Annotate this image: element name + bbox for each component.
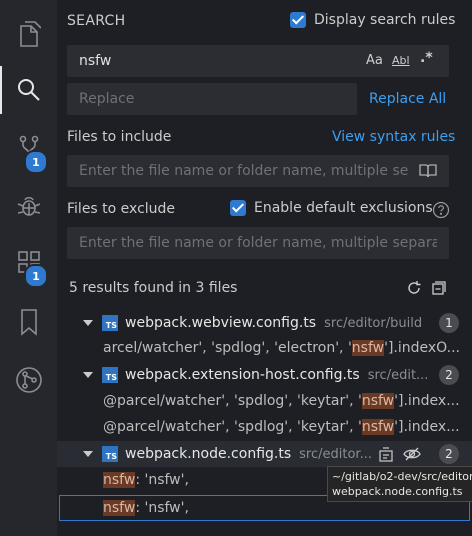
- extensions-button[interactable]: 1: [0, 238, 57, 288]
- search-panel: SEARCH Display search rules nsfw Aa Abl …: [57, 0, 472, 536]
- match-prefix: arcel/watcher', 'spdlog', 'electron', ': [103, 340, 352, 356]
- result-file-name: webpack.extension-host.config.ts: [125, 367, 360, 383]
- book-icon[interactable]: [419, 163, 437, 179]
- result-match-row[interactable]: @parcel/watcher', 'spdlog', 'keytar', ' n…: [103, 388, 472, 414]
- view-syntax-rules-link[interactable]: View syntax rules: [332, 129, 455, 145]
- result-file-label: webpack.extension-host.config.ts src/edit…: [125, 367, 428, 383]
- match-suffix: : 'nsfw',: [135, 472, 189, 488]
- remote-icon: [15, 367, 42, 393]
- match-prefix: @parcel/watcher', 'spdlog', 'keytar', ': [103, 393, 362, 409]
- explorer-icon: [19, 21, 41, 47]
- match-highlight: nsfw: [361, 419, 395, 435]
- files-to-include-label: Files to include: [67, 129, 172, 145]
- typescript-file-icon: TS: [102, 367, 118, 383]
- match-highlight: nsfw: [103, 500, 136, 516]
- result-match-row[interactable]: @parcel/watcher', 'spdlog', 'keytar', ' n…: [103, 414, 472, 440]
- results-summary: 5 results found in 3 files: [69, 280, 238, 296]
- match-prefix: @parcel/watcher', 'spdlog', 'keytar', ': [103, 419, 362, 435]
- result-file-label: webpack.webview.config.ts src/editor/buil…: [125, 315, 422, 331]
- result-count-badge: 2: [439, 365, 459, 385]
- display-search-rules-checkbox[interactable]: [290, 12, 306, 28]
- default-exclusions-toggle[interactable]: Enable default exclusions: [230, 200, 433, 216]
- result-file-path: src/editor...: [299, 447, 372, 462]
- match-suffix: '].index...: [394, 419, 460, 435]
- search-view-button[interactable]: [0, 66, 57, 114]
- chevron-down-icon: [83, 372, 93, 378]
- bookmark-icon: [20, 309, 37, 336]
- result-file-row[interactable]: TS webpack.node.config.ts src/editor... 2: [57, 441, 472, 467]
- result-file-path: src/edit...: [367, 368, 429, 383]
- help-icon[interactable]: [432, 201, 450, 219]
- chevron-down-icon: [83, 320, 93, 326]
- files-to-exclude-label: Files to exclude: [67, 201, 176, 217]
- search-icon: [17, 79, 40, 101]
- activity-bar: 1 1: [0, 0, 57, 536]
- match-suffix: : 'nsfw',: [135, 500, 189, 516]
- result-file-row[interactable]: TS webpack.extension-host.config.ts src/e…: [57, 362, 472, 388]
- file-path-tooltip: ~/gitlab/o2-dev/src/editor/b webpack.nod…: [327, 466, 472, 502]
- replace-all-in-file-icon[interactable]: [377, 445, 395, 463]
- result-file-row[interactable]: TS webpack.webview.config.ts src/editor/b…: [57, 310, 472, 336]
- result-file-label: webpack.node.config.ts src/editor...: [125, 446, 372, 462]
- result-count-badge: 2: [439, 444, 459, 464]
- default-exclusions-label: Enable default exclusions: [254, 200, 433, 216]
- search-query: nsfw: [79, 53, 112, 69]
- match-suffix: '].index...: [394, 393, 460, 409]
- dismiss-eye-icon[interactable]: [403, 445, 421, 463]
- result-match-row[interactable]: arcel/watcher', 'spdlog', 'electron', ' n…: [103, 335, 472, 361]
- collapse-all-icon[interactable]: [431, 280, 447, 296]
- match-suffix: '].indexO...: [384, 340, 460, 356]
- result-file-name: webpack.node.config.ts: [125, 446, 292, 462]
- remote-button[interactable]: [0, 356, 57, 404]
- files-to-exclude-placeholder: Enter the file name or folder name, mult…: [79, 235, 437, 251]
- tooltip-path: ~/gitlab/o2-dev/src/editor/b: [332, 470, 472, 483]
- typescript-file-icon: TS: [102, 315, 118, 331]
- match-case-button[interactable]: Aa: [366, 53, 383, 68]
- replace-input[interactable]: Replace: [67, 83, 357, 115]
- match-highlight: nsfw: [361, 393, 395, 409]
- files-to-include-input[interactable]: Enter the file name or folder name, mult…: [67, 155, 449, 187]
- replace-placeholder: Replace: [79, 91, 135, 107]
- files-to-include-placeholder: Enter the file name or folder name, mult…: [79, 163, 409, 179]
- refresh-icon[interactable]: [406, 280, 422, 296]
- typescript-file-icon: TS: [102, 446, 118, 462]
- result-file-name: webpack.webview.config.ts: [125, 315, 317, 331]
- result-file-path: src/editor/build: [324, 316, 423, 331]
- tooltip-filename: webpack.node.config.ts: [332, 485, 463, 498]
- display-search-rules-toggle[interactable]: Display search rules: [290, 12, 455, 28]
- use-regex-button[interactable]: .*: [420, 50, 433, 66]
- replace-all-link[interactable]: Replace All: [369, 91, 446, 107]
- match-whole-word-button[interactable]: Abl: [392, 54, 410, 67]
- match-highlight: nsfw: [103, 472, 136, 488]
- source-control-button[interactable]: 1: [0, 124, 57, 174]
- result-count-badge: 1: [439, 313, 459, 333]
- debug-icon: [17, 196, 40, 216]
- explorer-button[interactable]: [0, 10, 57, 58]
- source-control-badge: 1: [24, 150, 48, 174]
- extensions-badge: 1: [24, 264, 48, 288]
- chevron-down-icon: [83, 451, 93, 457]
- bookmark-button[interactable]: [0, 298, 57, 346]
- match-highlight: nsfw: [351, 340, 385, 356]
- debug-button[interactable]: [0, 182, 57, 230]
- default-exclusions-checkbox[interactable]: [230, 200, 246, 216]
- panel-title: SEARCH: [67, 13, 126, 29]
- files-to-exclude-input[interactable]: Enter the file name or folder name, mult…: [67, 227, 449, 259]
- display-search-rules-label: Display search rules: [314, 12, 456, 28]
